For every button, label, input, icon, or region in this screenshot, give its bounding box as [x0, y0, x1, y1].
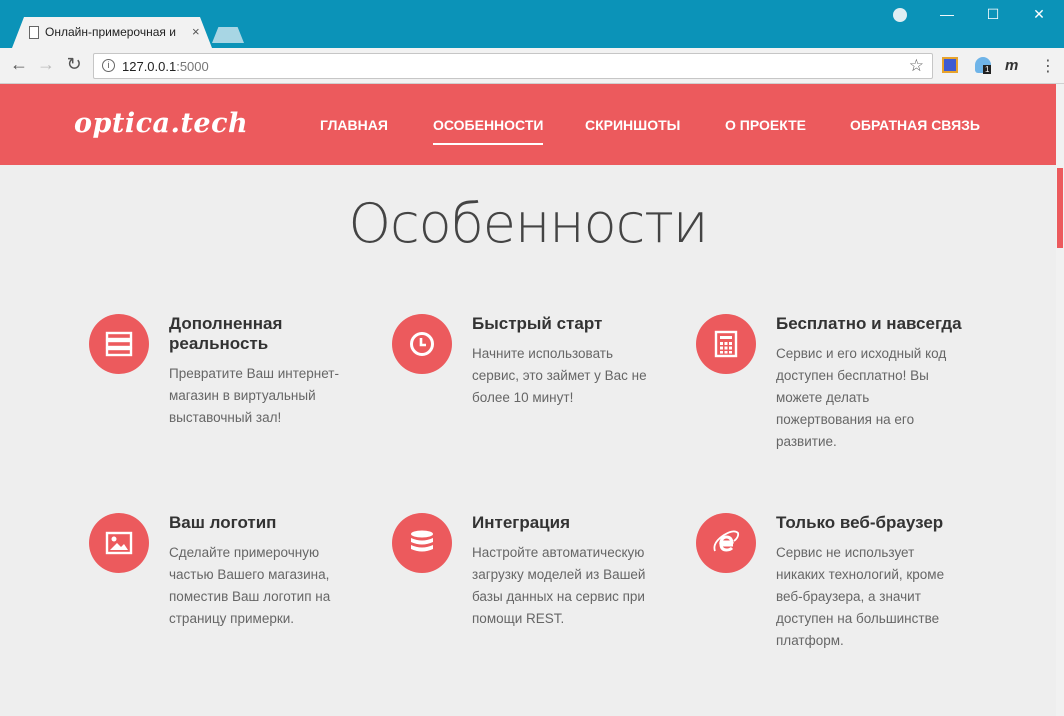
address-bar[interactable]: i 127.0.0.1:5000 ☆	[93, 53, 933, 79]
feature-title: Только веб-браузер	[776, 513, 944, 532]
scrollbar-thumb[interactable]	[1057, 168, 1063, 248]
nav-screenshots[interactable]: СКРИНШОТЫ	[585, 117, 680, 133]
maximize-button[interactable]: ☐	[970, 6, 1016, 23]
tab-close-icon[interactable]: ×	[192, 24, 200, 39]
close-window-button[interactable]: ✕	[1016, 6, 1062, 23]
nav-feedback[interactable]: ОБРАТНАЯ СВЯЗЬ	[850, 117, 980, 133]
feature-title: Интеграция	[472, 513, 571, 532]
extension-icon[interactable]	[942, 57, 958, 73]
extension-badge: 1	[983, 65, 992, 74]
back-arrow-icon[interactable]: ←	[7, 54, 31, 75]
reload-icon[interactable]: ↻	[62, 54, 86, 75]
page-scrollbar[interactable]	[1056, 84, 1064, 716]
feature-text: Сделайте примерочную частью Вашего магаз…	[169, 545, 331, 626]
clock-icon	[392, 314, 452, 374]
feature-text: Превратите Ваш интернет-магазин в виртуа…	[169, 366, 339, 425]
feature-text: Начните использовать сервис, это займет …	[472, 346, 647, 405]
minimize-button[interactable]: —	[924, 6, 970, 22]
browser-menu-icon[interactable]: ⋮	[1040, 56, 1056, 76]
forward-arrow-icon[interactable]: →	[34, 54, 58, 75]
new-tab-button[interactable]	[212, 27, 244, 43]
feature-text: Сервис и его исходный код доступен беспл…	[776, 346, 947, 449]
nav-about[interactable]: О ПРОЕКТЕ	[725, 117, 806, 133]
account-icon[interactable]	[893, 8, 907, 22]
browser-toolbar: ← → ↻ i 127.0.0.1:5000 ☆ 1 m ⋮	[0, 48, 1064, 84]
image-icon	[89, 513, 149, 573]
m-extension-icon[interactable]: m	[1005, 57, 1021, 74]
feature-title: Быстрый старт	[472, 314, 603, 333]
url-port: :5000	[176, 59, 209, 74]
database-icon	[392, 513, 452, 573]
section-title: Особенности	[348, 192, 708, 255]
url-host: 127.0.0.1	[122, 59, 177, 74]
server-icon	[89, 314, 149, 374]
browser-titlebar: Онлайн-примерочная и × — ☐ ✕	[0, 0, 1064, 48]
nav-home[interactable]: ГЛАВНАЯ	[320, 117, 388, 133]
ie-browser-icon	[696, 513, 756, 573]
page-viewport: optica.tech ГЛАВНАЯ ОСОБЕННОСТИ СКРИНШОТ…	[0, 84, 1064, 716]
info-icon[interactable]: i	[102, 59, 115, 72]
calculator-icon	[696, 314, 756, 374]
feature-title: Бесплатно и навсегда	[776, 314, 962, 333]
site-logo[interactable]: optica.tech	[74, 108, 248, 139]
page-icon	[29, 26, 39, 39]
nav-features[interactable]: ОСОБЕННОСТИ	[433, 117, 544, 145]
feature-title: Дополненная реальность	[169, 314, 283, 353]
url-text: 127.0.0.1:5000	[122, 59, 209, 74]
browser-tab[interactable]: Онлайн-примерочная и ×	[12, 17, 212, 48]
feature-text: Сервис не использует никаких технологий,…	[776, 545, 945, 648]
feature-title: Ваш логотип	[169, 513, 277, 532]
ghost-extension-icon[interactable]: 1	[975, 57, 992, 74]
site-header: optica.tech ГЛАВНАЯ ОСОБЕННОСТИ СКРИНШОТ…	[0, 84, 1056, 165]
feature-text: Настройте автоматическую загрузку моделе…	[472, 545, 646, 626]
bookmark-star-icon[interactable]: ☆	[909, 56, 924, 76]
tab-title: Онлайн-примерочная и	[45, 25, 176, 39]
